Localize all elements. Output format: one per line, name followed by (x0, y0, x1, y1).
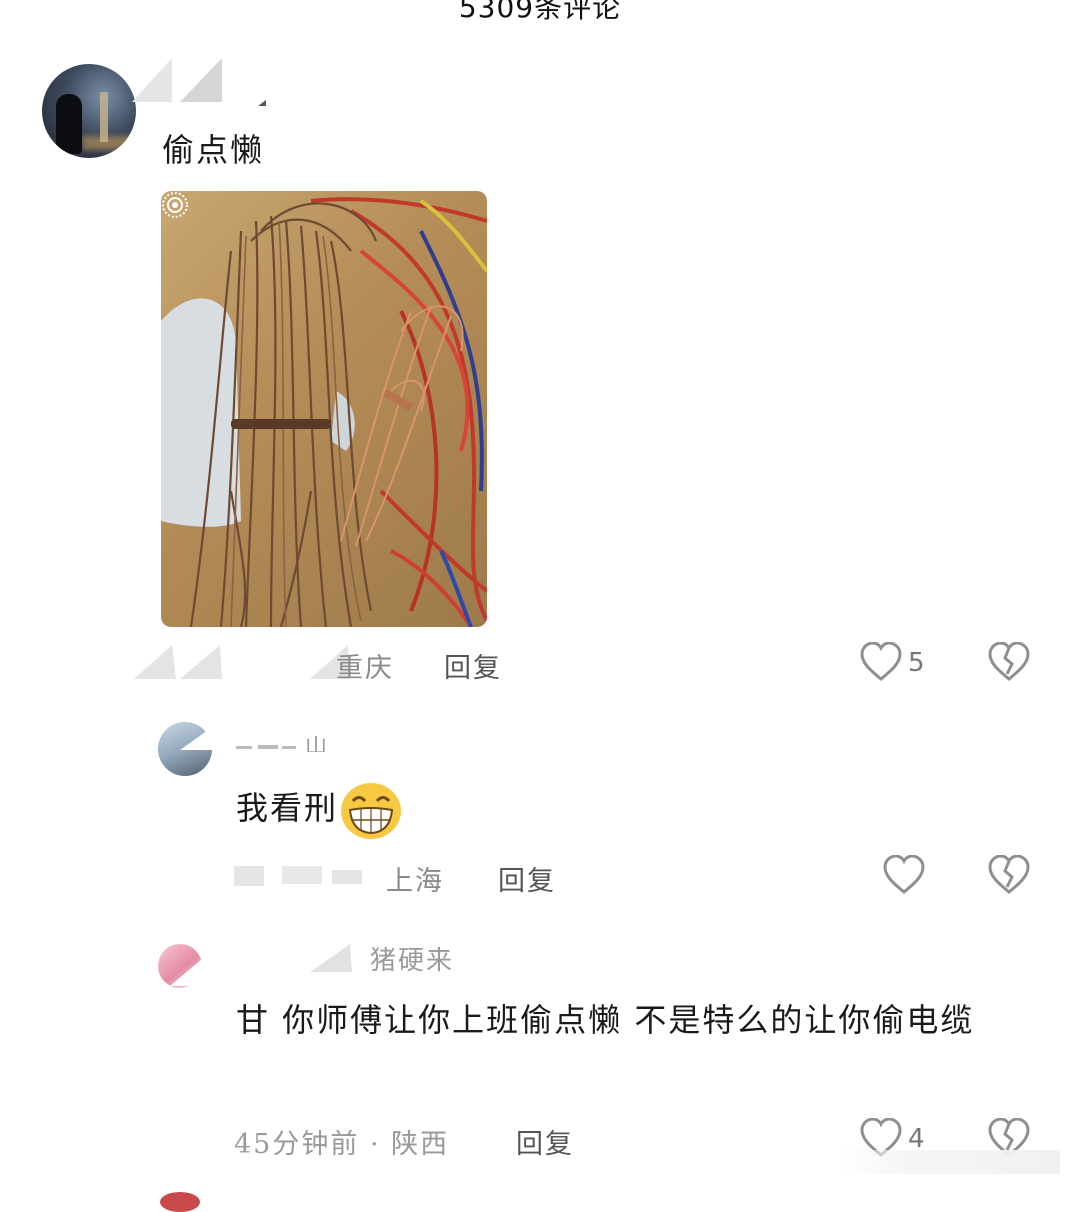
comment-text: 甘 你师傅让你上班偷点懒 不是特么的让你偷电缆 (236, 1001, 975, 1039)
reply-button[interactable]: 回复 (498, 859, 556, 898)
comment-count-title: 5309条评论 (458, 0, 622, 24)
comment-text: 偷点懒 (162, 131, 265, 169)
live-photo-icon (162, 192, 188, 218)
heart-icon[interactable] (860, 642, 902, 682)
username-partial: 山 (305, 736, 328, 752)
watermark-bar (840, 1150, 1060, 1174)
username-redacted (132, 58, 266, 106)
reply-button[interactable]: 回复 (516, 1122, 574, 1161)
comment-text: 我看刑 (236, 778, 402, 840)
avatar-mask (180, 720, 222, 750)
comment-location: 上海 (386, 866, 444, 897)
grinning-face-icon (341, 782, 402, 839)
comment-text-content: 我看刑 (236, 789, 339, 827)
meta-redacted (234, 866, 362, 886)
comment-photo[interactable] (161, 191, 487, 627)
comment-time-location: 45分钟前 · 陕西 (234, 1129, 450, 1160)
avatar[interactable] (42, 64, 136, 158)
comment-location: 重庆 (336, 653, 394, 684)
next-avatar-peek (160, 1192, 200, 1212)
meta-redacted (134, 645, 350, 679)
avatar-mask (170, 942, 222, 986)
reply-button[interactable]: 回复 (444, 646, 502, 685)
username-redacted (236, 745, 296, 749)
heart-icon[interactable] (883, 855, 925, 895)
username-partial: 猪硬来 (370, 946, 455, 976)
copper-wire-image (161, 197, 487, 627)
username-redacted (310, 944, 352, 972)
dislike-icon[interactable] (988, 642, 1030, 682)
like-count: 5 (908, 648, 925, 678)
dislike-icon[interactable] (988, 855, 1030, 895)
